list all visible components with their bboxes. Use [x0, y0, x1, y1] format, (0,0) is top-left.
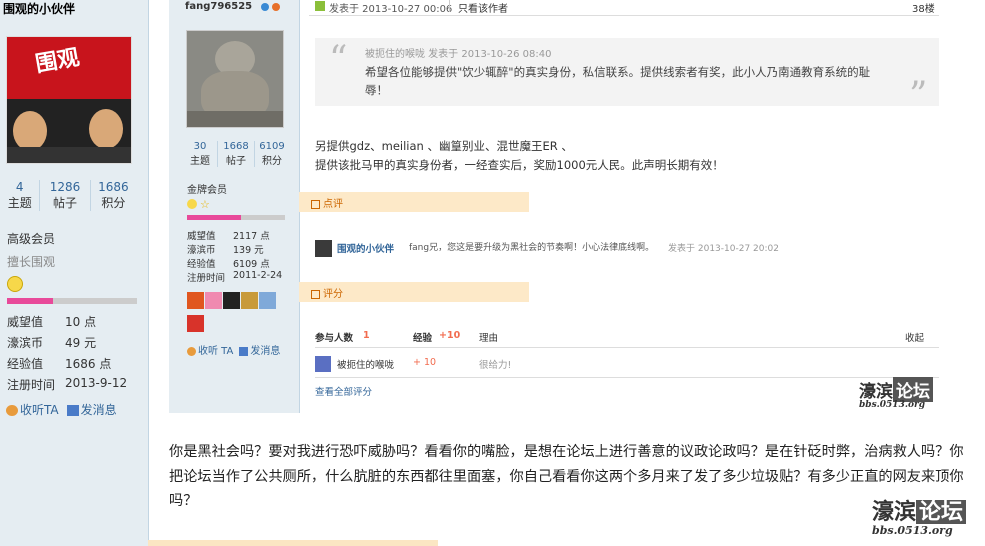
vip-icon — [272, 3, 280, 11]
medal-icon[interactable] — [223, 292, 240, 309]
watermark: 濠滨 论坛 bbs.0513.org — [872, 500, 967, 537]
comment-time: 发表于 2013-10-27 20:02 — [668, 244, 779, 254]
smiley-icon — [7, 276, 23, 292]
users-icon — [187, 346, 196, 356]
quoted-screenshot: fang796525 30 主题 1668 帖子 6109 积分 金牌会员 ☆ 威望值… — [169, 0, 949, 413]
username[interactable]: 围观的小伙伴 — [3, 0, 75, 17]
comment-text: fang兄，您这是要升级为黑社会的节奏啊！小心法律底线啊。 — [409, 243, 655, 253]
embedded-avatar[interactable] — [186, 30, 284, 128]
mail-icon — [239, 346, 249, 356]
embedded-message-button[interactable]: 发消息 — [239, 342, 280, 357]
user-details: 威望值 10 点 濠滨币 49 元 经验值 1686 点 注册时间 2013-9-12 — [7, 315, 128, 392]
close-quote-icon: ” — [909, 75, 928, 116]
mail-icon — [66, 405, 79, 416]
medal-icon[interactable] — [259, 292, 276, 309]
post-body: 另提供gdz、meilian 、幽篁别业、混世魔王ER 、 提供该批马甲的真实身… — [315, 139, 724, 172]
level-progress-bar — [7, 298, 137, 304]
reply-body: 你是黑社会吗？要对我进行恐吓威胁吗？看看你的嘴脸，是想在论坛上进行善意的议政论政… — [169, 444, 964, 509]
stat-threads[interactable]: 4 主题 — [0, 180, 41, 211]
medal-list — [187, 292, 291, 332]
open-quote-icon: “ — [329, 39, 348, 80]
embedded-progress-bar — [187, 215, 285, 220]
star-icon: ☆ — [200, 198, 210, 211]
medal-icon[interactable] — [187, 292, 204, 309]
user-title: 擅长围观 — [7, 255, 56, 269]
view-all-ratings-link[interactable]: 查看全部评分 — [315, 384, 372, 398]
stat-posts[interactable]: 1286 帖子 — [40, 180, 91, 211]
users-icon — [6, 405, 18, 416]
medal-icon[interactable] — [187, 315, 204, 332]
medal-icon[interactable] — [241, 292, 258, 309]
rater-exp: + 10 — [413, 357, 437, 368]
stat-points[interactable]: 1686 积分 — [91, 180, 136, 211]
rater-name[interactable]: 被扼住的喉咙 — [337, 357, 394, 371]
comment-user[interactable]: 围观的小伙伴 — [337, 241, 394, 255]
embedded-details: 威望值 2117 点 濠滨币 139 元 经验值 6109 点 注册时间 2011-2-… — [187, 231, 283, 284]
verified-icon — [261, 3, 269, 11]
user-sidebar: 围观的小伙伴 围观 4 主题 1286 帖子 1686 积分 高级会员 擅长围观… — [0, 0, 149, 546]
embedded-stats: 30 主题 1668 帖子 6109 积分 — [183, 141, 289, 167]
comment-avatar[interactable] — [315, 240, 332, 257]
embedded-username[interactable]: fang796525 — [185, 1, 252, 12]
embedded-level: 金牌会员 — [187, 185, 227, 196]
post-icon — [315, 1, 325, 11]
embedded-follow-button[interactable]: 收听 TA — [187, 342, 233, 357]
post-time: 发表于 2013-10-27 00:06 — [329, 4, 453, 15]
embedded-watermark: 濠滨 论坛 bbs.0513.org — [859, 377, 933, 410]
tab-comments[interactable]: 点评 — [299, 192, 529, 212]
floor-number[interactable]: 38楼 — [912, 0, 935, 15]
rater-avatar[interactable] — [315, 356, 331, 372]
quote-header: 被扼住的喉咙 发表于 2013-10-26 08:40 — [365, 49, 552, 60]
medal-icon[interactable] — [205, 292, 222, 309]
user-level: 高级会员 — [7, 232, 56, 246]
next-section-tab — [148, 540, 438, 546]
avatar[interactable]: 围观 — [6, 36, 132, 164]
message-button[interactable]: 发消息 — [66, 401, 117, 418]
quote-text: 希望各位能够提供"饮少辄醉"的真实身份，私信联系。提供线索者有奖，此小人乃南通教… — [365, 65, 871, 97]
only-author-link[interactable]: 只看该作者 — [458, 0, 508, 15]
quote-block: “ 被扼住的喉咙 发表于 2013-10-26 08:40 希望各位能够提供"饮… — [315, 38, 939, 114]
rater-reason: 很给力! — [479, 360, 512, 371]
embedded-user-sidebar: fang796525 30 主题 1668 帖子 6109 积分 金牌会员 ☆ 威望值… — [169, 0, 300, 413]
user-stats: 4 主题 1286 帖子 1686 积分 — [0, 180, 136, 211]
smiley-icon — [187, 199, 197, 209]
tab-ratings[interactable]: 评分 — [299, 282, 529, 302]
collapse-ratings-button[interactable]: 收起 — [905, 330, 924, 344]
follow-button[interactable]: 收听TA — [6, 401, 59, 418]
